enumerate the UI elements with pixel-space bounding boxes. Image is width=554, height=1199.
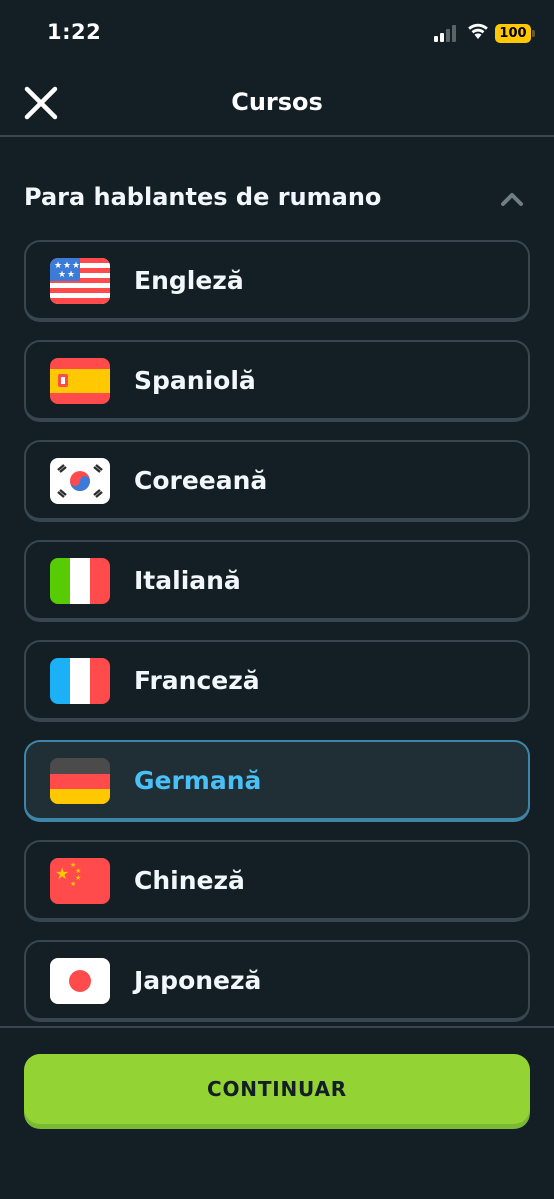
course-item-korean[interactable]: Coreeană: [24, 440, 530, 522]
course-item-chinese[interactable]: ★ ★ ★ ★ ★ Chineză: [24, 840, 530, 922]
svg-text:★: ★: [58, 270, 66, 280]
footer-divider: [0, 1026, 554, 1028]
course-name: Italiană: [134, 566, 241, 595]
japan-flag-icon: [50, 958, 110, 1004]
battery-icon: 100: [495, 24, 535, 43]
course-name: Germană: [134, 766, 262, 795]
italy-flag-icon: [50, 558, 110, 604]
course-item-english[interactable]: ★ ★ ★ ★ ★ Engleză: [24, 240, 530, 322]
battery-level: 100: [499, 26, 527, 41]
svg-text:★: ★: [67, 270, 75, 280]
svg-text:★: ★: [70, 880, 76, 888]
china-flag-icon: ★ ★ ★ ★ ★: [50, 858, 110, 904]
course-name: Chineză: [134, 866, 245, 895]
france-flag-icon: [50, 658, 110, 704]
continue-button[interactable]: CONTINUAR: [24, 1054, 530, 1124]
status-time: 1:22: [47, 20, 102, 44]
spain-flag-icon: [50, 358, 110, 404]
page-title: Cursos: [231, 88, 323, 116]
course-item-french[interactable]: Franceză: [24, 640, 530, 722]
status-bar: 1:22 100: [0, 0, 554, 70]
wifi-icon: [468, 23, 488, 39]
header-divider: [0, 135, 554, 137]
chevron-up-icon[interactable]: [498, 188, 526, 210]
section-title: Para hablantes de rumano: [24, 183, 382, 211]
usa-flag-icon: ★ ★ ★ ★ ★: [50, 258, 110, 304]
course-name: Spaniolă: [134, 366, 256, 395]
header: Cursos: [0, 70, 554, 136]
course-name: Engleză: [134, 266, 244, 295]
cellular-signal-icon: [434, 24, 460, 42]
course-item-spanish[interactable]: Spaniolă: [24, 340, 530, 422]
svg-text:★: ★: [55, 864, 69, 883]
course-item-italian[interactable]: Italiană: [24, 540, 530, 622]
course-item-german[interactable]: Germană: [24, 740, 530, 822]
south-korea-flag-icon: [50, 458, 110, 504]
course-name: Coreeană: [134, 466, 268, 495]
course-name: Franceză: [134, 666, 260, 695]
course-name: Japoneză: [134, 966, 262, 995]
germany-flag-icon: [50, 758, 110, 804]
course-item-japanese[interactable]: Japoneză: [24, 940, 530, 1022]
